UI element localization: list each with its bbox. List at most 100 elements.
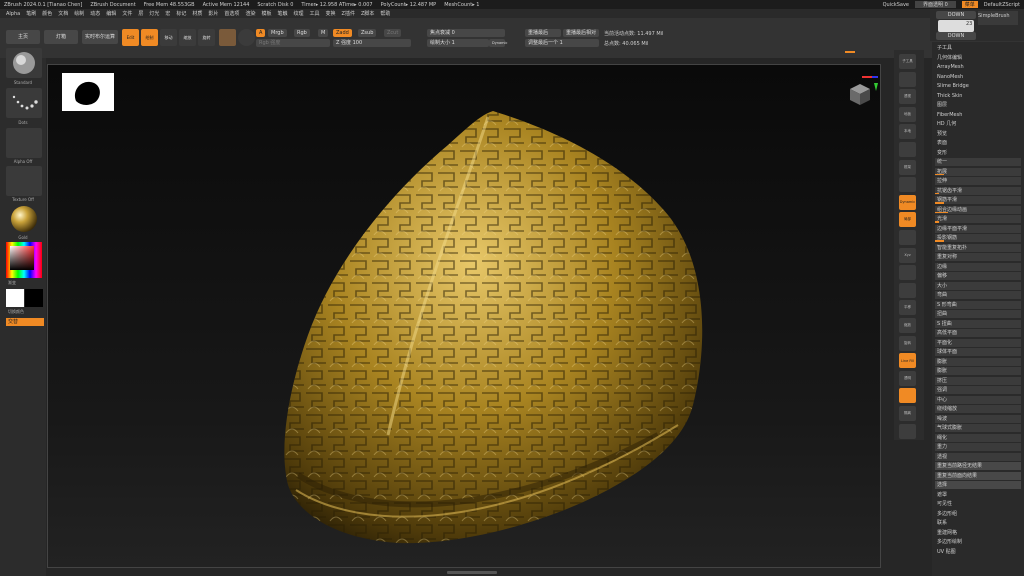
shelf-button[interactable]: Line Fill (899, 353, 916, 369)
menu-item[interactable]: 动态 (90, 10, 100, 17)
palette-slider[interactable]: 中心 (935, 395, 1021, 404)
palette-slider[interactable]: 统一 (935, 158, 1021, 166)
palette-section[interactable]: 重建网格 (935, 529, 1021, 537)
palette-slider[interactable]: 光滑 (935, 215, 1021, 223)
canvas-scrollbar[interactable] (447, 571, 497, 574)
texture-thumbnail[interactable] (6, 166, 42, 196)
palette-slider[interactable]: 挤压 (935, 376, 1021, 385)
palette-slider[interactable]: 大小 (935, 281, 1021, 290)
menu-item[interactable]: 绘制 (74, 10, 84, 17)
palette-section[interactable]: Slime Bridge (935, 82, 1021, 90)
shelf-button[interactable] (899, 388, 916, 404)
zsub-button[interactable]: Zsub (358, 29, 377, 37)
menu-item[interactable]: Z脚本 (361, 10, 374, 17)
menu-item[interactable]: 首选项 (224, 10, 239, 17)
shelf-button[interactable]: 地板 (899, 106, 916, 122)
palette-slider[interactable]: 膨胀 (935, 367, 1021, 375)
adjust-last-slider[interactable]: 调整最后一个 1 (525, 39, 599, 47)
shelf-button[interactable]: 子工具 (899, 54, 916, 69)
shelf-button[interactable] (899, 265, 916, 281)
palette-section[interactable]: FiberMesh (935, 111, 1021, 119)
shelf-button[interactable] (899, 71, 916, 87)
scale-button[interactable]: 缩放 (179, 29, 196, 46)
palette-button[interactable]: 重复当前路径无结果 (935, 462, 1021, 470)
shelf-button[interactable]: Xyz (899, 247, 916, 263)
palette-section[interactable]: 联系 (935, 519, 1021, 527)
replay-last-relative-button[interactable]: 重播最后相对 (563, 29, 599, 37)
shelf-button[interactable] (899, 177, 916, 193)
down-button-bottom[interactable]: DOWN (936, 32, 976, 40)
palette-slider[interactable]: 边缘平面平滑 (935, 224, 1021, 233)
shelf-button[interactable] (899, 423, 916, 439)
main-color-swatch[interactable] (6, 289, 24, 307)
material-thumbnail[interactable] (6, 204, 42, 234)
quicksave-button[interactable]: QuickSave (883, 2, 909, 8)
dynamic-button[interactable]: Dynamic (489, 39, 507, 47)
shelf-button[interactable] (899, 282, 916, 298)
menu-item[interactable]: 影片 (208, 10, 218, 17)
zcut-button[interactable]: Zcut (384, 29, 402, 37)
menus-button[interactable]: 菜单 (961, 1, 978, 8)
palette-slider[interactable]: 智能重复拓扑 (935, 243, 1021, 252)
palette-slider[interactable]: 抗锯齿平滑 (935, 186, 1021, 195)
palette-section[interactable]: 可见性 (935, 500, 1021, 508)
menu-item[interactable]: 文件 (122, 10, 132, 17)
color-saturation-square[interactable] (10, 246, 34, 270)
color-sphere-icon[interactable] (238, 29, 255, 46)
navigation-cube-icon[interactable] (838, 71, 878, 111)
menu-item[interactable]: 笔刷 (26, 10, 36, 17)
m-button[interactable]: M (318, 29, 329, 37)
palette-slider[interactable]: 弯曲 (935, 291, 1021, 299)
menu-item[interactable]: Alpha (6, 11, 20, 17)
replay-last-button[interactable]: 重播最后 (525, 29, 561, 37)
stroke-thumbnail[interactable] (6, 88, 42, 118)
palette-slider[interactable]: 强调 (935, 386, 1021, 394)
shelf-button[interactable]: 局部 (899, 212, 916, 228)
material-swatch-icon[interactable] (219, 29, 236, 46)
shelf-button[interactable]: 本地 (899, 124, 916, 140)
home-button[interactable]: 主页 (6, 30, 40, 44)
menu-item[interactable]: 层 (138, 10, 143, 17)
palette-section[interactable]: 多边形绘制 (935, 538, 1021, 546)
palette-section[interactable]: ArrayMesh (935, 63, 1021, 71)
palette-slider[interactable]: 噪波 (935, 414, 1021, 423)
mrgb-button[interactable]: Mrgb (268, 29, 287, 37)
menu-item[interactable]: 颜色 (42, 10, 52, 17)
palette-slider[interactable]: 钢筋平滑 (935, 196, 1021, 204)
palette-section[interactable]: 图层 (935, 101, 1021, 109)
menu-item[interactable]: 文档 (58, 10, 68, 17)
shelf-button[interactable]: 透明 (899, 370, 916, 386)
palette-slider[interactable]: 膨胀 (935, 357, 1021, 366)
shelf-button[interactable]: 框架 (899, 159, 916, 175)
rgb-intensity-slider[interactable]: Rgb 强度 (256, 39, 330, 47)
palette-slider[interactable]: 拉伸 (935, 177, 1021, 185)
palette-slider[interactable]: 气球式膨胀 (935, 424, 1021, 432)
palette-slider[interactable]: 高低平面 (935, 329, 1021, 337)
menu-item[interactable]: Z插件 (342, 10, 355, 17)
palette-section[interactable]: 子工具 (935, 44, 1021, 52)
viewport-canvas[interactable] (47, 64, 881, 568)
palette-section[interactable]: HD 几何 (935, 120, 1021, 128)
palette-button[interactable]: 选择 (935, 481, 1021, 489)
palette-slider[interactable]: S 扭曲 (935, 319, 1021, 328)
menu-item[interactable]: 灯光 (149, 10, 159, 17)
palette-slider[interactable]: 偏移 (935, 272, 1021, 280)
draw-button[interactable]: 绘制 (141, 29, 158, 46)
menu-item[interactable]: 编辑 (106, 10, 116, 17)
shelf-button[interactable] (899, 142, 916, 157)
palette-section[interactable]: 变形 (935, 149, 1021, 157)
palette-section[interactable]: 遮罩 (935, 491, 1021, 499)
palette-slider[interactable]: 重复对称 (935, 253, 1021, 261)
menu-item[interactable]: 模板 (261, 10, 271, 17)
brush-thumbnail[interactable] (6, 48, 42, 78)
secondary-color-swatch[interactable] (25, 289, 43, 307)
palette-section[interactable]: 表面 (935, 139, 1021, 147)
palette-slider[interactable]: S 形弯曲 (935, 300, 1021, 309)
palette-slider[interactable]: 球体平面 (935, 348, 1021, 356)
live-boolean-button[interactable]: 实时布尔运算 (82, 30, 118, 44)
palette-section[interactable]: 几何体编辑 (935, 54, 1021, 62)
menu-item[interactable]: 笔触 (277, 10, 287, 17)
menu-item[interactable]: 工具 (310, 10, 320, 17)
draw-size-slider[interactable]: 绘制大小 1 (427, 39, 489, 47)
shelf-button[interactable]: 平移 (899, 300, 916, 316)
